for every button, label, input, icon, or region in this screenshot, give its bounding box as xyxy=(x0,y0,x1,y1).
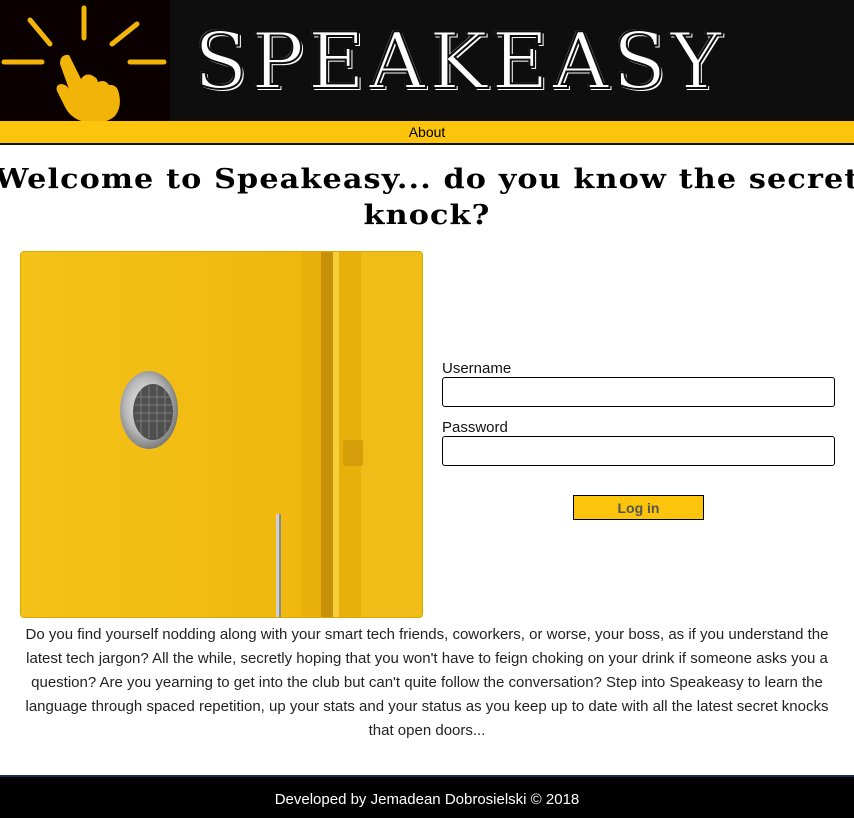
yellow-door-image xyxy=(20,251,423,618)
username-field[interactable] xyxy=(442,377,835,407)
username-label: Username xyxy=(442,360,512,377)
password-field[interactable] xyxy=(442,436,835,466)
knocking-hand-icon xyxy=(0,0,170,123)
login-button[interactable]: Log in xyxy=(573,495,704,520)
brand-title: SPEAKEASY xyxy=(194,16,726,108)
page-title: Welcome to Speakeasy... do you know the … xyxy=(0,164,854,231)
footer-credit: Developed by Jemadean Dobrosielski © 201… xyxy=(274,791,580,808)
nav-about-link[interactable]: About xyxy=(409,124,446,140)
login-form: Username Password Log in xyxy=(442,360,835,520)
intro-paragraph: Do you find yourself nodding along with … xyxy=(25,626,829,739)
password-label: Password xyxy=(442,419,508,436)
site-header: SPEAKEASY xyxy=(0,0,854,123)
main-nav: About xyxy=(0,121,854,145)
site-footer: Developed by Jemadean Dobrosielski © 201… xyxy=(0,775,854,818)
